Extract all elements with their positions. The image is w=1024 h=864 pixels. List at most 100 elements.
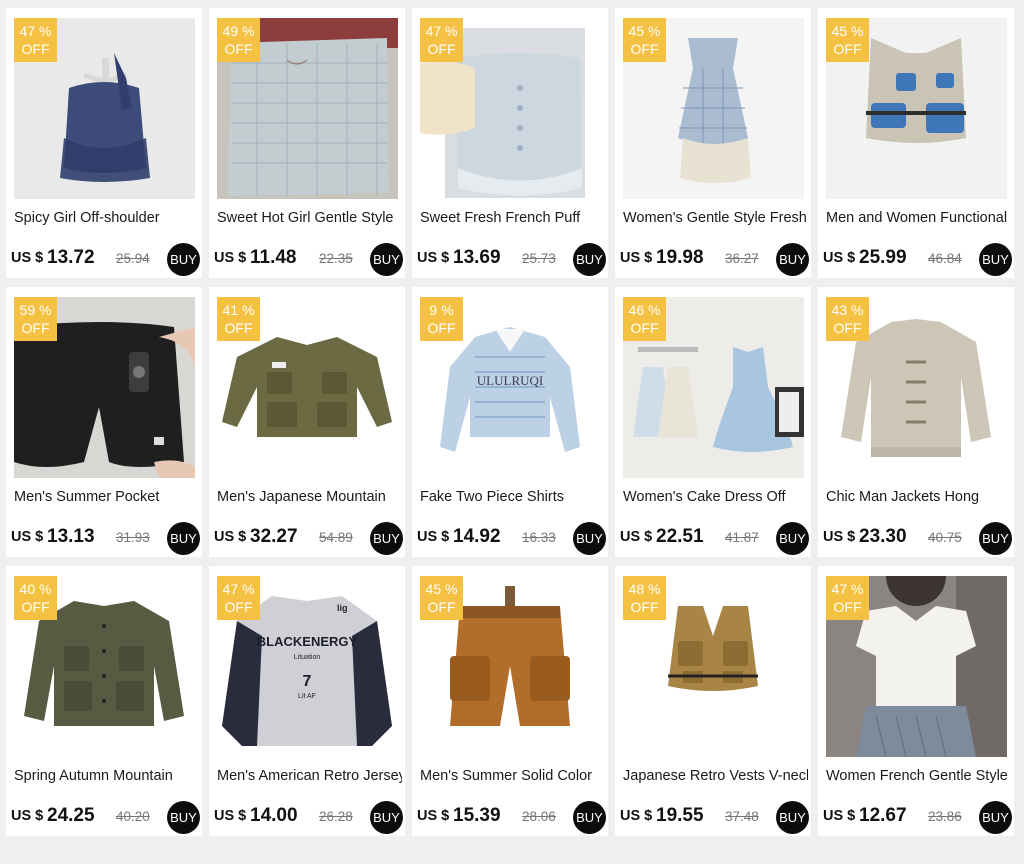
discount-value: 47	[19, 23, 36, 39]
product-title[interactable]: Chic Man Jackets Hong	[826, 489, 1011, 505]
price-row: US $24.25 40.20 BUY	[11, 801, 200, 836]
buy-button[interactable]: BUY	[370, 801, 403, 834]
buy-button[interactable]: BUY	[979, 243, 1012, 276]
discount-percent-symbol: %	[242, 581, 255, 597]
discount-percent-symbol: %	[648, 302, 661, 318]
discount-line: 47 %	[217, 580, 260, 598]
discount-off-label: OFF	[630, 41, 659, 57]
product-card[interactable]: BLACKENERGY Lituation 7 Lit AF lig 47 % OFF Men…	[209, 566, 405, 836]
discount-line: 47 %	[420, 22, 463, 40]
product-card[interactable]: 47 % OFF Spicy Girl Off-shoulder US $13.72 2…	[6, 8, 202, 278]
original-price: 23.86	[928, 809, 962, 824]
product-title[interactable]: Men's Summer Solid Color	[420, 768, 605, 784]
discount-badge: 40 % OFF	[14, 576, 57, 620]
product-card[interactable]: 48 % OFF Japanese Retro Vests V-neck US $19…	[615, 566, 811, 836]
price-row: US $13.69 25.73 BUY	[417, 243, 606, 278]
price-row: US $23.30 40.75 BUY	[823, 522, 1012, 557]
discount-percent-symbol: %	[242, 23, 255, 39]
buy-button[interactable]: BUY	[167, 522, 200, 555]
currency-label: US $	[11, 529, 44, 545]
product-card[interactable]: 59 % OFF Men's Summer Pocket US $13.13 31.93…	[6, 287, 202, 557]
product-card[interactable]: 49 % OFF Sweet Hot Girl Gentle Style US $11…	[209, 8, 405, 278]
product-card[interactable]: 43 % OFF Chic Man Jackets Hong US $23.30 40.…	[818, 287, 1014, 557]
price-row: US $19.98 36.27 BUY	[620, 243, 809, 278]
price-row: US $14.00 26.28 BUY	[214, 801, 403, 836]
original-price: 28.06	[522, 809, 556, 824]
original-price: 16.33	[522, 530, 556, 545]
buy-button[interactable]: BUY	[776, 801, 809, 834]
product-title[interactable]: Men's American Retro Jersey	[217, 768, 402, 784]
discount-value: 45	[425, 581, 442, 597]
price-row: US $13.13 31.93 BUY	[11, 522, 200, 557]
original-price: 26.28	[319, 809, 353, 824]
product-title[interactable]: Women's Cake Dress Off	[623, 489, 808, 505]
product-title[interactable]: Men's Summer Pocket	[14, 489, 199, 505]
product-title[interactable]: Japanese Retro Vests V-neck	[623, 768, 808, 784]
discount-line: 47 %	[14, 22, 57, 40]
currency-label: US $	[214, 808, 247, 824]
price-row: US $22.51 41.87 BUY	[620, 522, 809, 557]
discount-badge: 48 % OFF	[623, 576, 666, 620]
discount-line: 40 %	[14, 580, 57, 598]
discount-line: 45 %	[623, 22, 666, 40]
buy-button[interactable]: BUY	[979, 522, 1012, 555]
buy-button[interactable]: BUY	[370, 522, 403, 555]
currency-label: US $	[823, 808, 856, 824]
buy-button[interactable]: BUY	[167, 801, 200, 834]
currency-label: US $	[11, 250, 44, 266]
product-title[interactable]: Spring Autumn Mountain	[14, 768, 199, 784]
product-card[interactable]: 45 % OFF Men's Summer Solid Color US $15.39…	[412, 566, 608, 836]
buy-button[interactable]: BUY	[979, 801, 1012, 834]
discount-line: 45 %	[420, 580, 463, 598]
buy-button[interactable]: BUY	[776, 522, 809, 555]
sale-price: 19.98	[656, 247, 704, 268]
buy-button[interactable]: BUY	[370, 243, 403, 276]
discount-off-label: OFF	[224, 41, 253, 57]
buy-button[interactable]: BUY	[776, 243, 809, 276]
discount-line: 41 %	[217, 301, 260, 319]
jersey-small-text: Lit AF	[298, 693, 316, 700]
product-card[interactable]: 46 % OFF Women's Cake Dress Off US $22.51 41…	[615, 287, 811, 557]
product-title[interactable]: Women French Gentle Style	[826, 768, 1011, 784]
currency-label: US $	[417, 529, 450, 545]
buy-button[interactable]: BUY	[573, 243, 606, 276]
sale-price: 15.39	[453, 805, 501, 826]
discount-off-label: OFF	[224, 599, 253, 615]
buy-button[interactable]: BUY	[167, 243, 200, 276]
product-title[interactable]: Spicy Girl Off-shoulder	[14, 210, 199, 226]
buy-button[interactable]: BUY	[573, 801, 606, 834]
discount-line: 49 %	[217, 22, 260, 40]
product-card[interactable]: 47 % OFF Women French Gentle Style US $12.6…	[818, 566, 1014, 836]
product-card[interactable]: 47 % OFF Sweet Fresh French Puff US $13.69 2…	[412, 8, 608, 278]
product-card[interactable]: 45 % OFF Men and Women Functional US $25.99…	[818, 8, 1014, 278]
discount-value: 9	[429, 302, 438, 318]
product-title[interactable]: Sweet Hot Girl Gentle Style	[217, 210, 402, 226]
product-title[interactable]: Women's Gentle Style Fresh	[623, 210, 808, 226]
product-title[interactable]: Men's Japanese Mountain	[217, 489, 402, 505]
sale-price: 14.92	[453, 526, 501, 547]
discount-line: 43 %	[826, 301, 869, 319]
currency-label: US $	[620, 808, 653, 824]
product-card[interactable]: ULULRUQI 9 % OFF Fake Two Piece Shirts US $1…	[412, 287, 608, 557]
currency-label: US $	[11, 808, 44, 824]
product-title[interactable]: Fake Two Piece Shirts	[420, 489, 605, 505]
discount-percent-symbol: %	[851, 302, 864, 318]
original-price: 25.94	[116, 251, 150, 266]
buy-button[interactable]: BUY	[573, 522, 606, 555]
discount-value: 45	[831, 23, 848, 39]
jersey-number-text: 7	[303, 673, 312, 690]
original-price: 36.27	[725, 251, 759, 266]
currency-label: US $	[823, 250, 856, 266]
product-title[interactable]: Sweet Fresh French Puff	[420, 210, 605, 226]
product-card[interactable]: 40 % OFF Spring Autumn Mountain US $24.25 40…	[6, 566, 202, 836]
discount-off-label: OFF	[21, 41, 50, 57]
product-title[interactable]: Men and Women Functional	[826, 210, 1011, 226]
discount-off-label: OFF	[224, 320, 253, 336]
discount-percent-symbol: %	[39, 302, 52, 318]
jersey-brand-text: BLACKENERGY	[257, 634, 358, 649]
sale-price: 32.27	[250, 526, 298, 547]
sale-price: 14.00	[250, 805, 298, 826]
discount-percent-symbol: %	[648, 23, 661, 39]
product-card[interactable]: 45 % OFF Women's Gentle Style Fresh US $19.…	[615, 8, 811, 278]
product-card[interactable]: 41 % OFF Men's Japanese Mountain US $32.27 5…	[209, 287, 405, 557]
